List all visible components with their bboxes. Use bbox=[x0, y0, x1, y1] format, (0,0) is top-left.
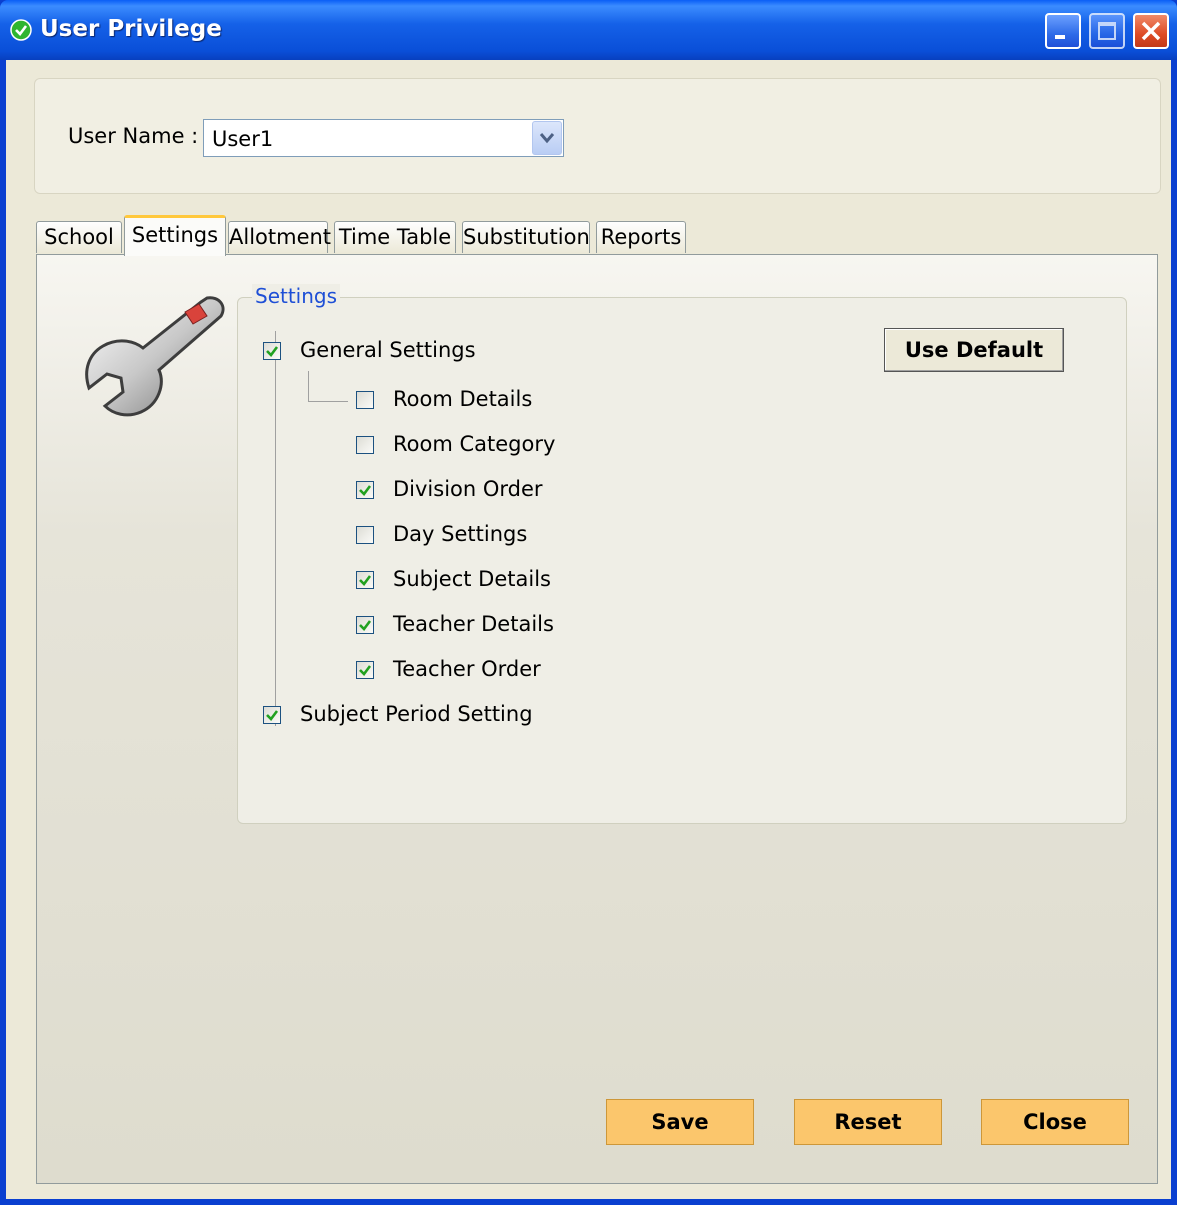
close-button[interactable]: Close bbox=[981, 1099, 1129, 1145]
tree-line bbox=[308, 401, 348, 402]
checkbox[interactable] bbox=[356, 661, 374, 679]
checkbox-label: Room Category bbox=[393, 432, 556, 456]
user-privilege-window: User Privilege User Name : User1 School … bbox=[0, 0, 1177, 1205]
check-icon bbox=[266, 346, 279, 357]
checkbox-label: Room Details bbox=[393, 387, 533, 411]
settings-tab-page: Settings Use Default General Settings Ro… bbox=[36, 254, 1158, 1184]
dropdown-button[interactable] bbox=[532, 121, 562, 155]
tree-line bbox=[275, 331, 276, 726]
settings-groupbox: Settings Use Default General Settings Ro… bbox=[237, 284, 1127, 824]
checkbox-label: Division Order bbox=[393, 477, 543, 501]
close-window-button[interactable] bbox=[1133, 13, 1169, 49]
checkbox-label: Teacher Order bbox=[393, 657, 541, 681]
checkbox[interactable] bbox=[356, 436, 374, 454]
maximize-icon bbox=[1098, 22, 1116, 40]
chevron-down-icon bbox=[539, 133, 555, 144]
tab-substitution[interactable]: Substitution bbox=[462, 221, 590, 253]
maximize-button[interactable] bbox=[1089, 13, 1125, 49]
user-name-value: User1 bbox=[212, 127, 274, 151]
window-title: User Privilege bbox=[40, 16, 222, 42]
reset-button[interactable]: Reset bbox=[794, 1099, 942, 1145]
tab-settings[interactable]: Settings bbox=[124, 215, 226, 256]
checkbox[interactable] bbox=[356, 526, 374, 544]
user-name-combobox[interactable]: User1 bbox=[203, 119, 564, 157]
settings-group-title: Settings bbox=[252, 284, 341, 308]
checkbox-label: Subject Period Setting bbox=[300, 702, 533, 726]
save-button[interactable]: Save bbox=[606, 1099, 754, 1145]
check-icon bbox=[359, 665, 372, 676]
tab-school[interactable]: School bbox=[36, 221, 122, 253]
wrench-icon bbox=[85, 296, 225, 417]
checkbox-label: Teacher Details bbox=[393, 612, 554, 636]
minimize-icon bbox=[1055, 35, 1065, 39]
tab-reports[interactable]: Reports bbox=[596, 221, 686, 253]
tab-allotment[interactable]: Allotment bbox=[228, 221, 331, 253]
checkbox[interactable] bbox=[356, 481, 374, 499]
check-icon bbox=[359, 620, 372, 631]
check-icon bbox=[359, 485, 372, 496]
checkbox-label: General Settings bbox=[300, 338, 476, 362]
user-name-label: User Name : bbox=[68, 124, 199, 148]
minimize-button[interactable] bbox=[1045, 13, 1081, 49]
checkbox-label: Day Settings bbox=[393, 522, 528, 546]
title-bar[interactable]: User Privilege bbox=[0, 0, 1177, 60]
green-check-icon bbox=[10, 19, 32, 41]
checkbox[interactable] bbox=[356, 571, 374, 589]
checkbox[interactable] bbox=[356, 616, 374, 634]
tab-time-table[interactable]: Time Table bbox=[334, 221, 456, 253]
checkbox[interactable] bbox=[263, 342, 281, 360]
checkbox[interactable] bbox=[356, 391, 374, 409]
checkbox[interactable] bbox=[263, 706, 281, 724]
close-icon bbox=[1141, 21, 1161, 41]
use-default-button[interactable]: Use Default bbox=[884, 328, 1064, 372]
tree-line bbox=[308, 371, 309, 401]
checkbox-label: Subject Details bbox=[393, 567, 551, 591]
client-area: User Name : User1 School Settings Allotm… bbox=[6, 60, 1171, 1199]
check-icon bbox=[359, 575, 372, 586]
check-icon bbox=[266, 710, 279, 721]
